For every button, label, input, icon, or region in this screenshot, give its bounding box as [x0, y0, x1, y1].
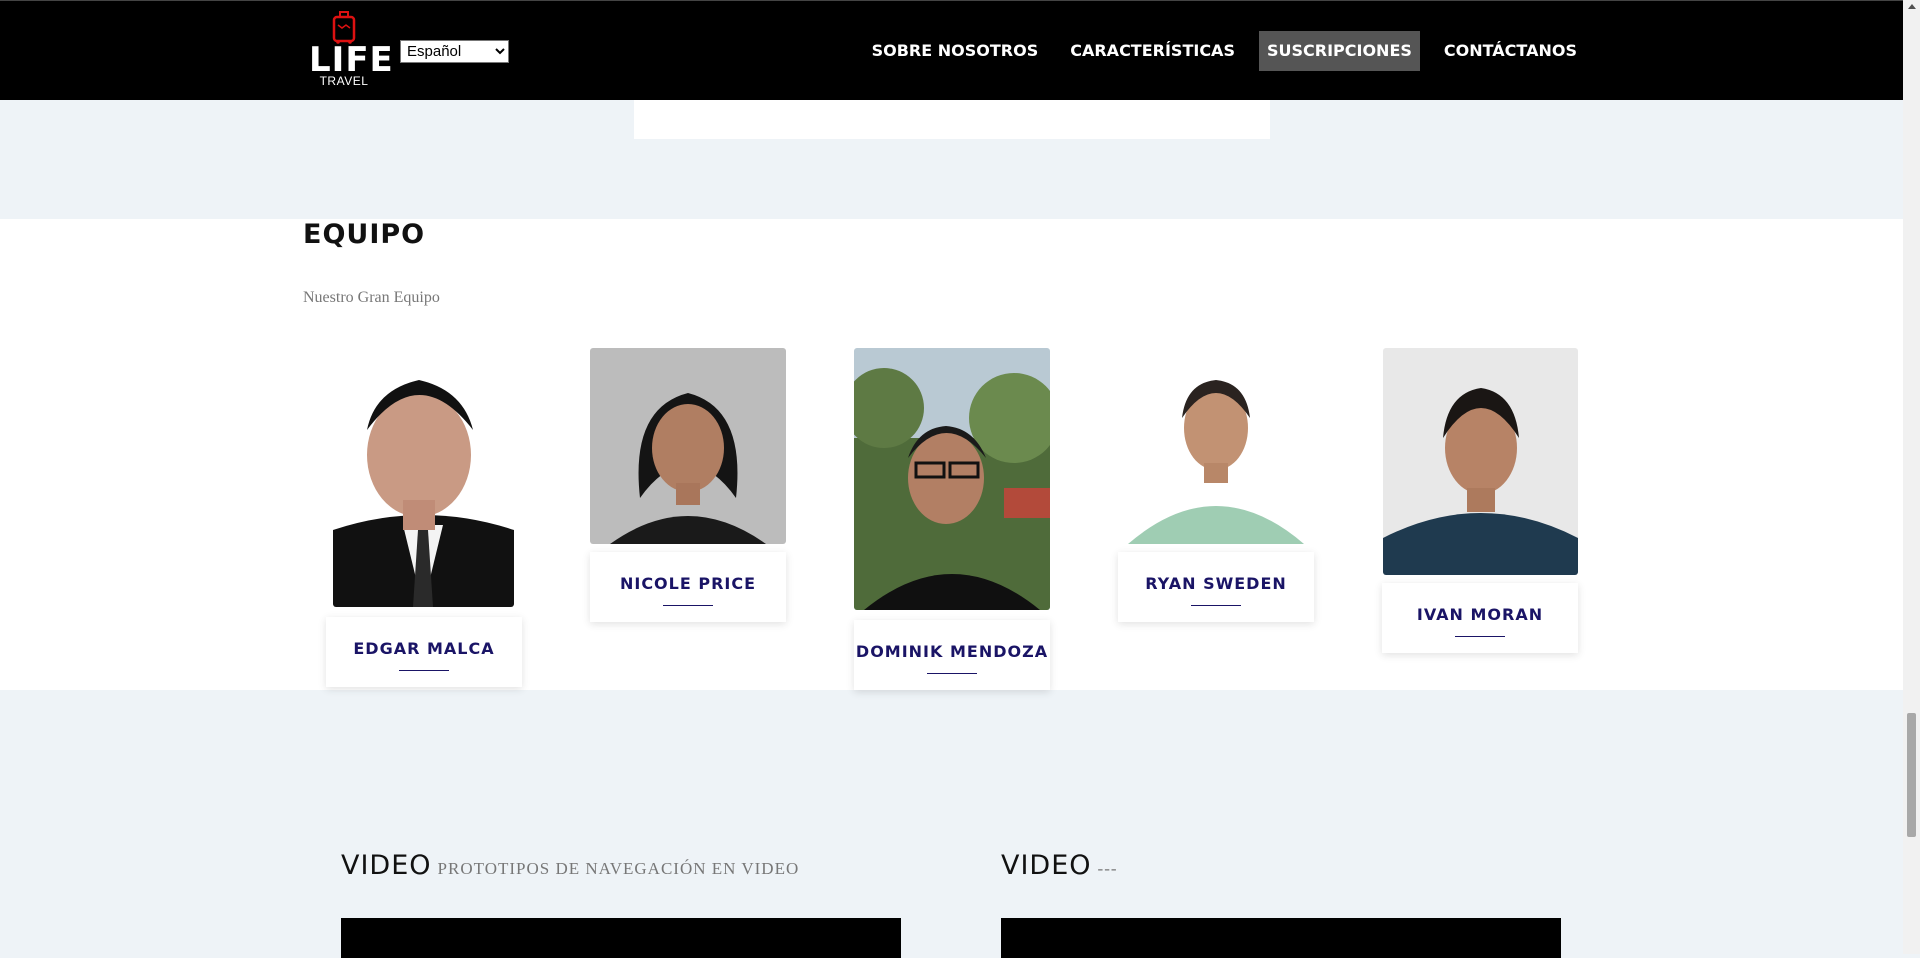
video-block-1: VIDEO PROTOTIPOS DE NAVEGACIÓN EN VIDEO [341, 850, 901, 958]
person-portrait-icon [590, 348, 786, 544]
member-name: NICOLE PRICE [619, 574, 757, 593]
video-player[interactable] [341, 918, 901, 958]
page-scrollbar[interactable] [1903, 0, 1920, 954]
member-photo [854, 348, 1050, 610]
member-name: EDGAR MALCA [353, 639, 495, 658]
name-underline [1191, 605, 1241, 606]
previous-section-card [634, 100, 1270, 139]
person-portrait-icon [1118, 348, 1314, 544]
person-portrait-icon [1383, 348, 1578, 575]
video-title: VIDEO [341, 850, 432, 881]
nav-link-sobre-nosotros[interactable]: SOBRE NOSOTROS [864, 31, 1047, 71]
logo[interactable]: LIFE TRAVEL [309, 11, 394, 95]
person-portrait-icon [854, 348, 1050, 610]
member-name-card: DOMINIK MENDOZA [854, 620, 1050, 690]
video-subtitle: PROTOTIPOS DE NAVEGACIÓN EN VIDEO [437, 859, 800, 878]
member-name: DOMINIK MENDOZA [855, 642, 1049, 661]
member-name-card: RYAN SWEDEN [1118, 552, 1314, 622]
member-photo [1383, 348, 1578, 575]
language-select[interactable]: Español [400, 40, 509, 63]
name-underline [663, 605, 713, 606]
member-name-card: NICOLE PRICE [590, 552, 786, 622]
video-block-2: VIDEO --- [1001, 850, 1561, 958]
person-portrait-icon [333, 350, 514, 607]
video-heading: VIDEO PROTOTIPOS DE NAVEGACIÓN EN VIDEO [341, 850, 799, 881]
video-heading: VIDEO --- [1001, 850, 1118, 881]
nav-links: SOBRE NOSOTROS CARACTERÍSTICAS SUSCRIPCI… [848, 31, 1585, 71]
name-underline [399, 670, 449, 671]
name-underline [927, 673, 977, 674]
nav-link-suscripciones[interactable]: SUSCRIPCIONES [1258, 31, 1420, 71]
video-subtitle: --- [1097, 859, 1118, 878]
member-photo [1118, 348, 1314, 544]
team-title: EQUIPO [303, 219, 426, 250]
logo-text-life: LIFE [309, 40, 394, 80]
member-photo [333, 350, 514, 607]
member-name-card: EDGAR MALCA [326, 617, 522, 687]
video-title: VIDEO [1001, 850, 1092, 881]
member-photo [590, 348, 786, 544]
scroll-thumb[interactable] [1907, 713, 1916, 837]
nav-link-contactanos[interactable]: CONTÁCTANOS [1436, 31, 1585, 71]
member-name: IVAN MORAN [1416, 605, 1544, 624]
name-underline [1455, 636, 1505, 637]
nav-link-caracteristicas[interactable]: CARACTERÍSTICAS [1062, 31, 1243, 71]
team-section: EQUIPO Nuestro Gran Equipo EDGAR MALCA N… [0, 219, 1903, 690]
team-subtitle: Nuestro Gran Equipo [303, 289, 440, 306]
video-player[interactable] [1001, 918, 1561, 958]
scroll-up-arrow-icon[interactable] [1908, 4, 1916, 9]
navbar: LIFE TRAVEL Español SOBRE NOSOTROS CARAC… [0, 0, 1903, 100]
member-name-card: IVAN MORAN [1382, 583, 1578, 653]
member-name: RYAN SWEDEN [1145, 574, 1287, 593]
